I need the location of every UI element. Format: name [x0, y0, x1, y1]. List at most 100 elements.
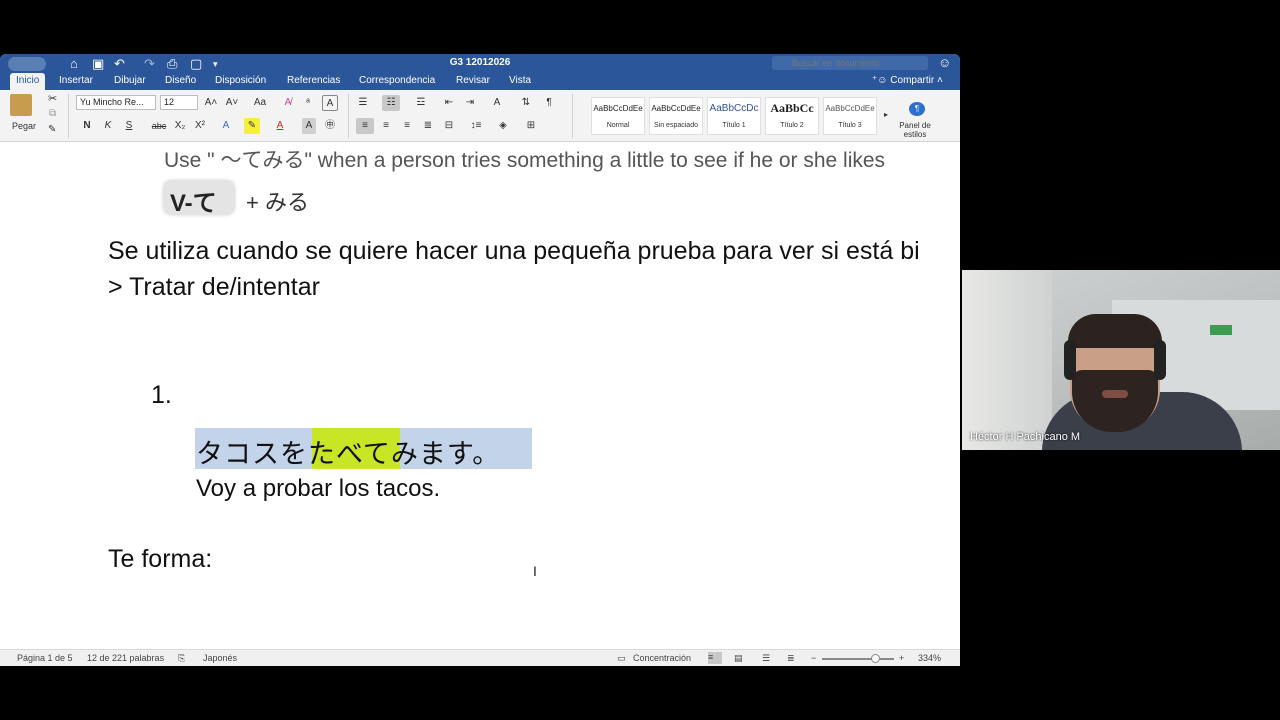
zoom-out-icon[interactable]: − — [811, 653, 816, 663]
text-direction-icon[interactable]: A — [488, 95, 506, 111]
enclose-characters-icon[interactable]: ㊥ — [322, 118, 338, 134]
distribute-icon[interactable]: ⊟ — [440, 118, 458, 134]
web-layout-icon[interactable]: ▤ — [734, 653, 743, 664]
share-label: Compartir — [890, 75, 935, 86]
focus-icon[interactable]: ▭ — [617, 653, 626, 664]
copy-icon[interactable]: ⧉ — [49, 108, 56, 119]
font-size-field[interactable]: 12 — [160, 95, 198, 110]
divider — [572, 94, 573, 138]
account-icon[interactable]: ☺ — [938, 55, 951, 70]
highlight-color-icon[interactable]: ✎ — [244, 118, 260, 134]
align-center-icon[interactable]: ≡ — [377, 118, 395, 134]
tab-diseno[interactable]: Diseño — [159, 73, 202, 90]
headphones-icon — [1154, 340, 1166, 380]
proofing-icon[interactable]: ⎘ — [178, 653, 185, 664]
format-painter-icon[interactable]: ✎ — [48, 124, 56, 135]
style-titulo-3[interactable]: AaBbCcDdEe Título 3 — [823, 97, 877, 135]
justify-icon[interactable]: ≣ — [419, 118, 437, 134]
font-name-field[interactable]: Yu Mincho Re... — [76, 95, 156, 110]
style-sin-espaciado[interactable]: AaBbCcDdEe Sin espaciado — [649, 97, 703, 135]
shading-icon[interactable]: ◈ — [495, 118, 511, 134]
subscript-button[interactable]: X₂ — [172, 118, 188, 134]
language-indicator[interactable]: Japonés — [203, 653, 237, 663]
text-cursor-icon: I — [533, 563, 537, 579]
zoom-slider[interactable] — [822, 658, 894, 660]
exit-sign — [1210, 325, 1232, 335]
line-spacing-icon[interactable]: ↕≡ — [466, 118, 486, 134]
character-border-icon[interactable]: A — [322, 95, 338, 111]
participant-mouth — [1102, 390, 1128, 398]
sort-icon[interactable]: ⇅ — [518, 95, 534, 111]
style-name: Normal — [606, 122, 630, 129]
style-titulo-1[interactable]: AaBbCcDc Título 1 — [707, 97, 761, 135]
bullets-icon[interactable]: ☰ — [354, 95, 372, 111]
increase-font-icon[interactable]: A˄ — [203, 95, 219, 111]
multilevel-list-icon[interactable]: ☲ — [412, 95, 430, 111]
change-case-icon[interactable]: Aa — [248, 95, 272, 111]
add-person-icon: ⁺☺ — [872, 75, 891, 86]
style-titulo-2[interactable]: AaBbCc Título 2 — [765, 97, 819, 135]
example-japanese[interactable]: タコスをたべてみます。 — [196, 432, 500, 471]
clear-format-icon[interactable]: A̸ — [280, 95, 296, 111]
styles-scroll-right-icon[interactable]: ▸ — [884, 110, 888, 119]
tab-insertar[interactable]: Insertar — [53, 73, 99, 90]
zoom-level[interactable]: 334% — [918, 653, 941, 663]
tab-revisar[interactable]: Revisar — [450, 73, 496, 90]
phonetic-guide-icon[interactable]: ᵃ — [300, 95, 316, 111]
status-bar: Página 1 de 5 12 de 221 palabras ⎘ Japon… — [0, 649, 960, 666]
style-normal[interactable]: AaBbCcDdEe Normal — [591, 97, 645, 135]
tab-inicio[interactable]: Inicio — [10, 73, 46, 90]
divider — [348, 94, 349, 138]
print-layout-icon[interactable]: ≡ — [708, 652, 722, 664]
font-color-icon[interactable]: A — [272, 118, 288, 134]
character-shading-icon[interactable]: A — [302, 118, 316, 134]
screen: ⌂ ▣ ↶ ↷ ⎙ ▢ ▾ G3 12012026 ⌕ ☺ Inicio Ins… — [0, 0, 1280, 720]
search-input[interactable] — [772, 56, 928, 70]
pattern-miru: + みる — [246, 190, 309, 215]
grammar-hint-line: Use " ～てみる" when a person tries somethin… — [164, 149, 886, 172]
superscript-button[interactable]: X² — [192, 118, 208, 134]
style-sample: AaBbCc — [770, 101, 814, 115]
increase-indent-icon[interactable]: ⇥ — [462, 95, 478, 111]
borders-icon[interactable]: ⊞ — [523, 118, 539, 134]
zoom-slider-handle[interactable] — [871, 654, 880, 663]
show-marks-icon[interactable]: ¶ — [542, 95, 556, 111]
italic-button[interactable]: K — [100, 118, 116, 134]
paste-icon[interactable] — [10, 94, 32, 116]
style-name: Título 3 — [838, 122, 862, 129]
divider — [68, 94, 69, 138]
align-right-icon[interactable]: ≡ — [398, 118, 416, 134]
tab-vista[interactable]: Vista — [503, 73, 537, 90]
tab-correspondencia[interactable]: Correspondencia — [353, 73, 441, 90]
bold-button[interactable]: N — [79, 118, 95, 134]
decrease-font-icon[interactable]: A˅ — [224, 95, 240, 111]
headphones-icon — [1064, 340, 1076, 380]
tab-disposicion[interactable]: Disposición — [209, 73, 272, 90]
tab-dibujar[interactable]: Dibujar — [108, 73, 152, 90]
style-sample: AaBbCcDc — [709, 103, 759, 114]
word-count[interactable]: 12 de 221 palabras — [87, 653, 164, 663]
cut-icon[interactable]: ✂ — [48, 92, 57, 105]
page-count[interactable]: Página 1 de 5 — [17, 653, 73, 663]
styles-pane-label-1: Panel de — [899, 121, 931, 130]
styles-pane-icon[interactable]: ¶ — [909, 102, 925, 116]
outline-view-icon[interactable]: ☰ — [762, 653, 770, 664]
example-spanish: Voy a probar los tacos. — [196, 475, 441, 502]
numbering-icon[interactable]: ☷ — [382, 95, 400, 111]
paste-label: Pegar — [12, 121, 37, 131]
styles-pane-button[interactable]: Panel de estilos — [897, 121, 933, 139]
decrease-indent-icon[interactable]: ⇤ — [441, 95, 457, 111]
document-canvas[interactable]: Use " ～てみる" when a person tries somethin… — [0, 143, 960, 649]
tab-referencias[interactable]: Referencias — [281, 73, 346, 90]
participant-video-tile[interactable]: Héctor H Pachicano M — [962, 270, 1280, 450]
underline-button[interactable]: S — [121, 118, 137, 134]
draft-view-icon[interactable]: ≣ — [787, 653, 795, 664]
focus-mode-label[interactable]: Concentración — [633, 653, 691, 663]
style-name: Título 2 — [780, 122, 804, 129]
text-effects-icon[interactable]: A — [218, 118, 234, 134]
zoom-in-icon[interactable]: + — [899, 653, 904, 663]
share-button[interactable]: ⁺☺ Compartir ˄ — [872, 73, 943, 89]
ribbon: Pegar ✂ ⧉ ✎ Yu Mincho Re... 12 A˄ A˅ Aa … — [0, 90, 960, 142]
strikethrough-button[interactable]: abc — [148, 118, 170, 134]
align-left-icon[interactable]: ≡ — [356, 118, 374, 134]
